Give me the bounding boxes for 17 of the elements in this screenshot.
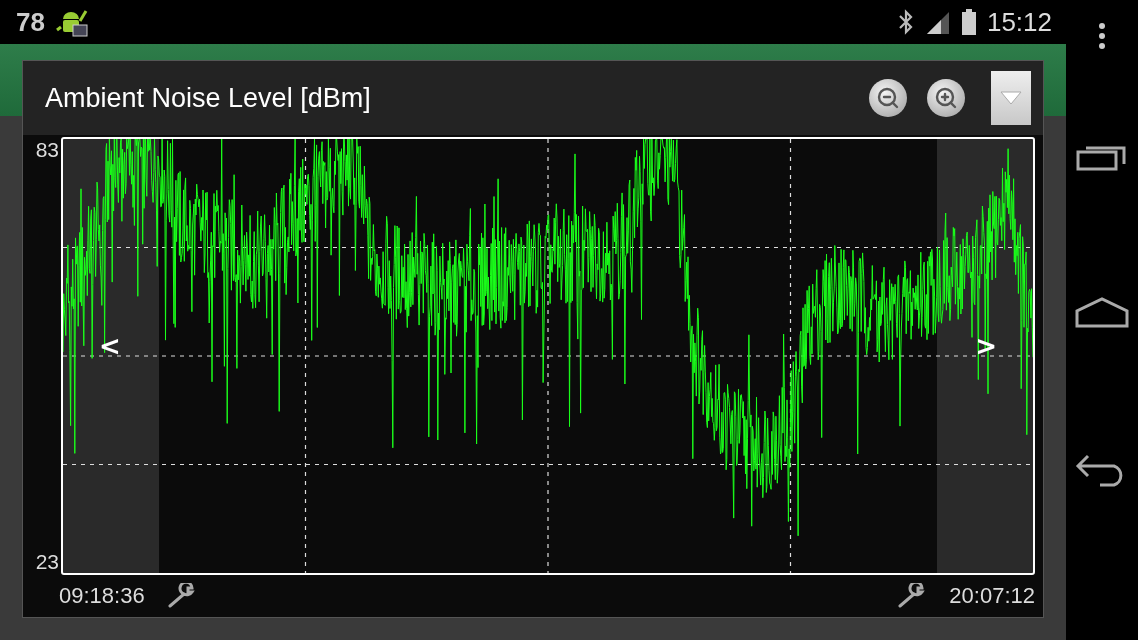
- y-axis-max-label: 83: [35, 137, 59, 163]
- zoom-in-button[interactable]: [927, 79, 965, 117]
- dialog-title: Ambient Noise Level [dBm]: [45, 82, 372, 114]
- caret-icon: [1000, 91, 1022, 105]
- y-axis-min-label: 23: [35, 549, 59, 575]
- bluetooth-icon: [896, 9, 915, 35]
- overflow-menu-icon[interactable]: [1098, 22, 1106, 50]
- home-icon[interactable]: [1075, 297, 1129, 329]
- zoom-in-icon: [934, 86, 958, 110]
- zoom-out-icon: [876, 86, 900, 110]
- zoom-out-button[interactable]: [869, 79, 907, 117]
- end-time: 20:07:12: [949, 583, 1035, 609]
- notification-count: 78: [16, 6, 45, 38]
- start-time: 09:18:36: [59, 583, 145, 609]
- battery-icon: [960, 8, 977, 36]
- wrench-icon[interactable]: [166, 583, 197, 609]
- clock: 15:12: [986, 6, 1052, 38]
